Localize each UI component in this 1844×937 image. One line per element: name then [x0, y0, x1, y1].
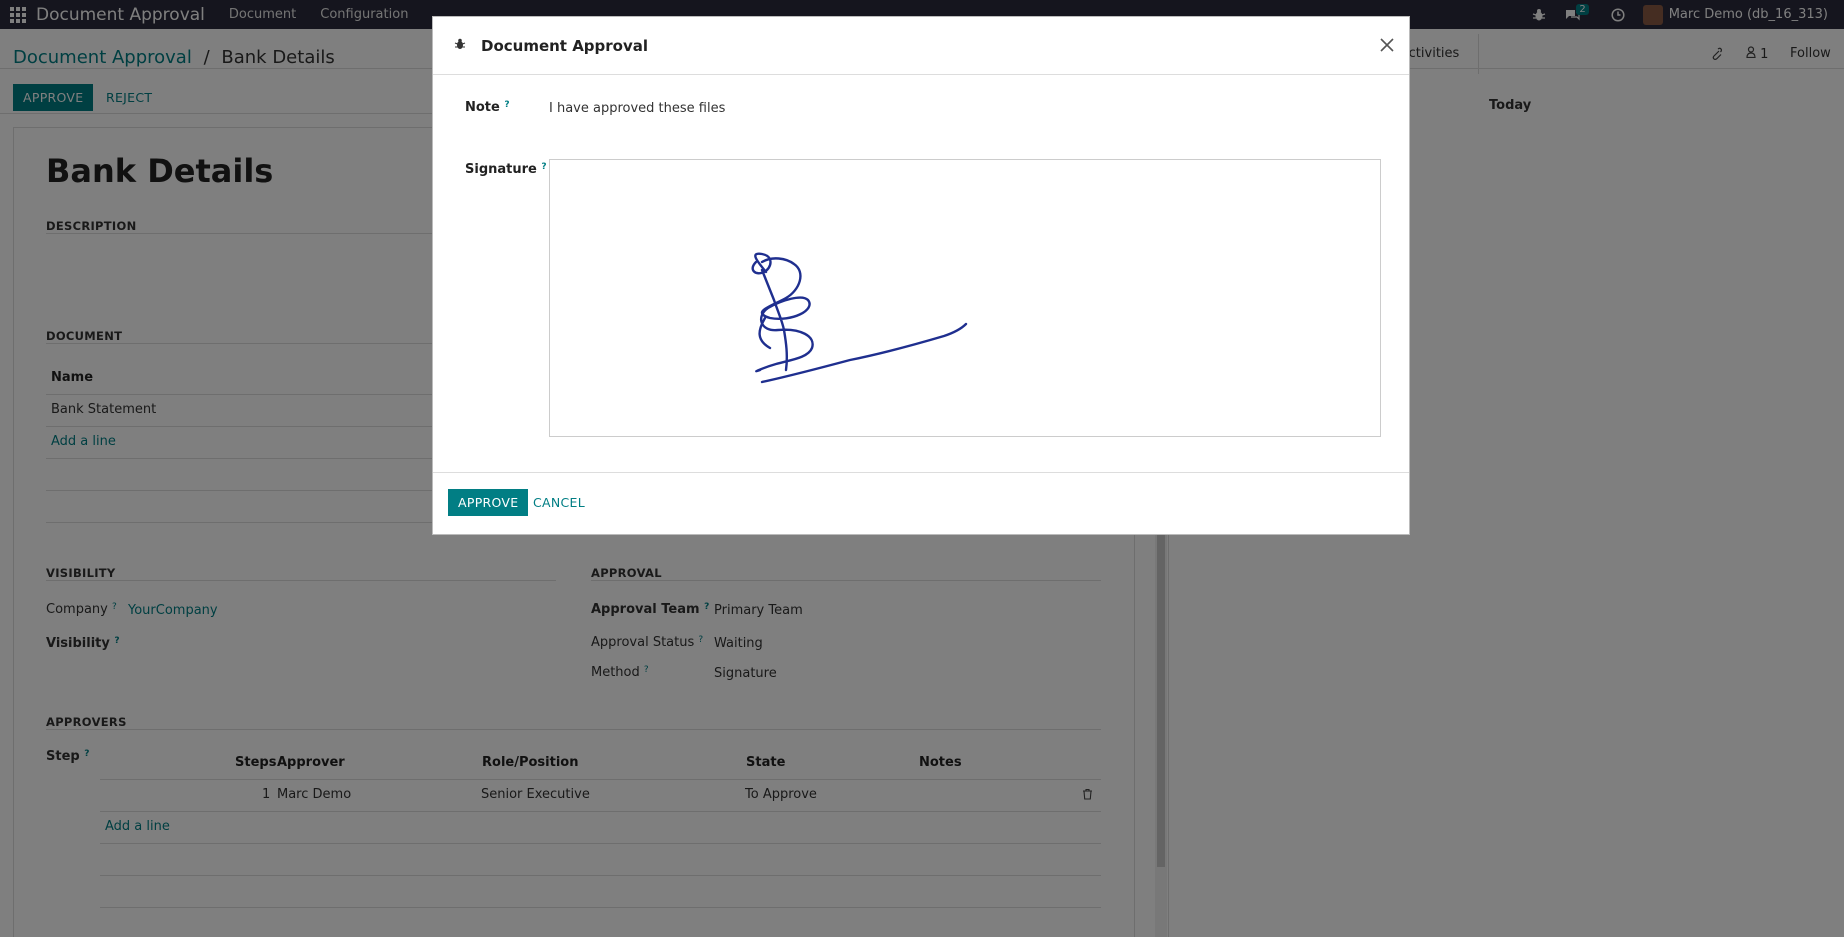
- modal-header: Document Approval: [433, 17, 1409, 75]
- document-approval-dialog: Document Approval Note ? I have approved…: [432, 16, 1410, 535]
- dialog-approve-button[interactable]: APPROVE: [448, 489, 529, 516]
- help-tooltip-icon[interactable]: ?: [504, 100, 509, 110]
- debug-bug-icon[interactable]: [453, 37, 467, 51]
- note-label: Note ?: [465, 100, 510, 115]
- signature-label: Signature ?: [465, 162, 547, 177]
- close-icon[interactable]: [1377, 35, 1397, 55]
- dialog-cancel-button[interactable]: CANCEL: [525, 489, 593, 516]
- note-label-text: Note: [465, 100, 500, 115]
- note-value[interactable]: I have approved these files: [549, 101, 725, 116]
- signature-label-text: Signature: [465, 162, 537, 177]
- modal-footer: APPROVE CANCEL: [433, 472, 1409, 536]
- signature-drawing: [751, 252, 968, 384]
- help-tooltip-icon[interactable]: ?: [541, 162, 546, 172]
- signature-pad[interactable]: [549, 159, 1381, 437]
- modal-title: Document Approval: [481, 37, 649, 55]
